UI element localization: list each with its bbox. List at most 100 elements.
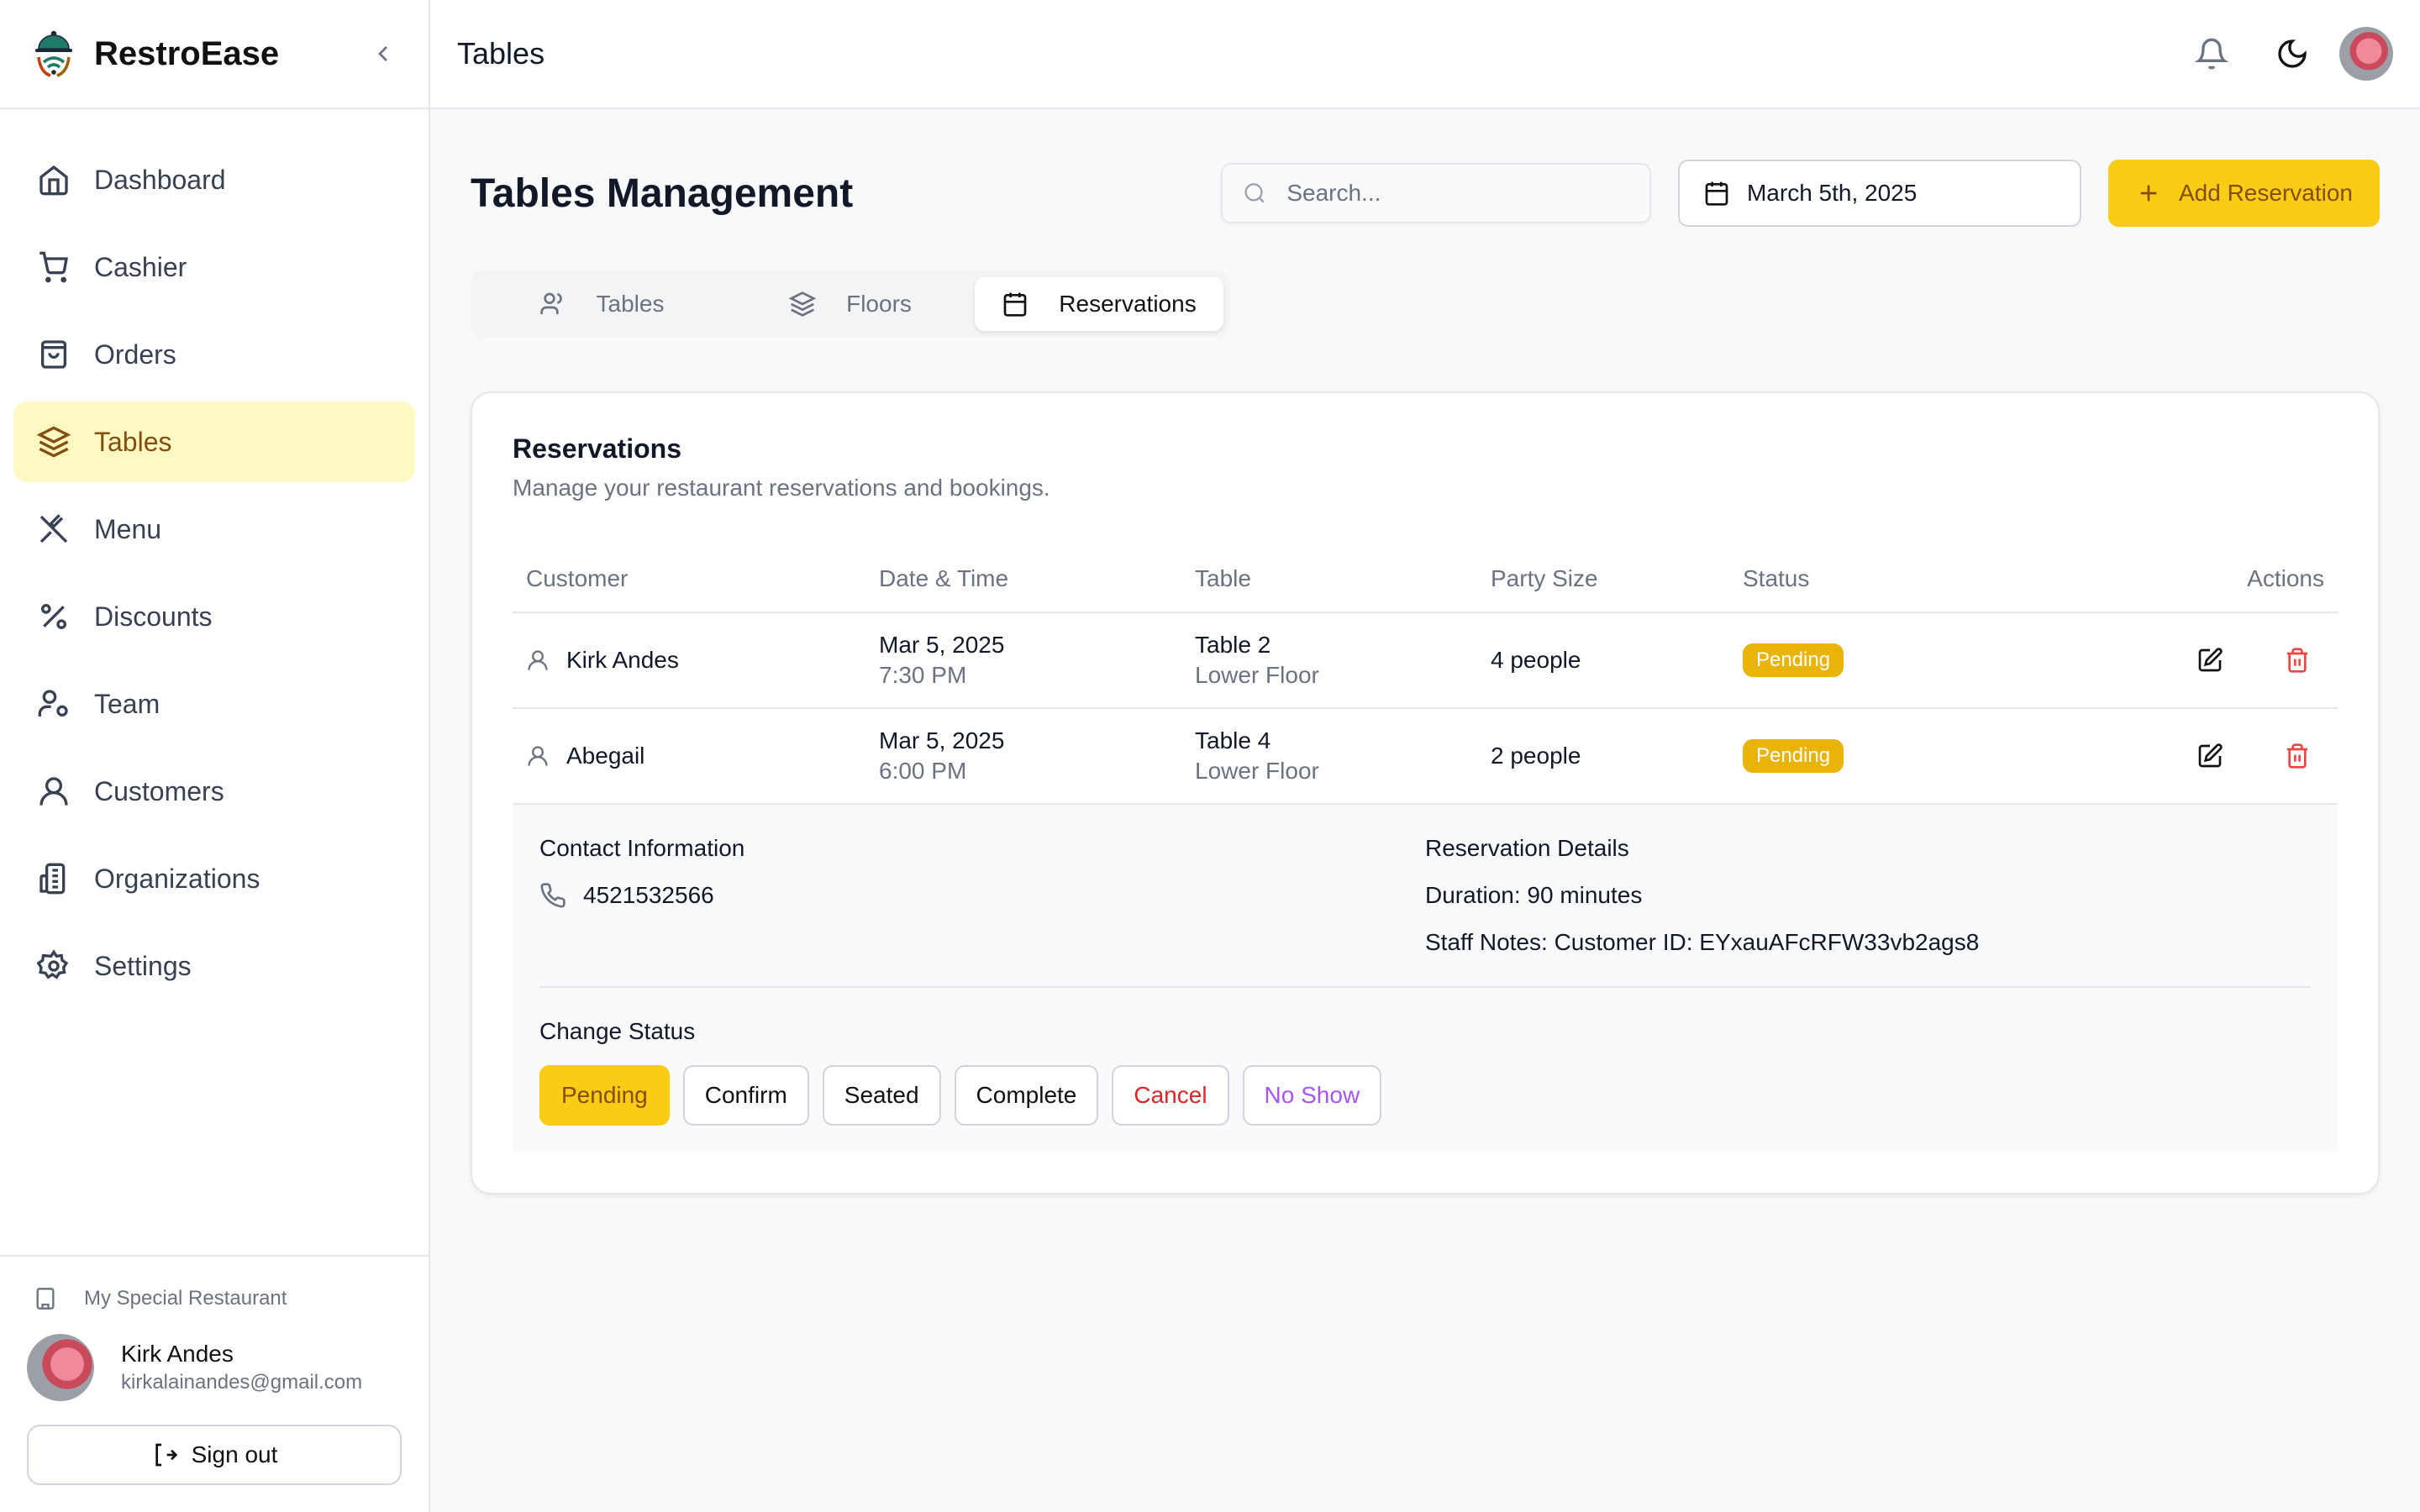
add-reservation-button[interactable]: Add Reservation [2107, 160, 2380, 227]
sign-out-button[interactable]: Sign out [27, 1425, 402, 1485]
status-confirm-button[interactable]: Confirm [682, 1065, 809, 1126]
duration: Duration: 90 minutes [1425, 882, 1643, 908]
customer-name: Abegail [566, 743, 645, 769]
brand: RestroEase [0, 0, 429, 109]
layers-icon [789, 291, 817, 317]
user-profile[interactable]: Kirk Andes kirkalainandes@gmail.com [27, 1334, 402, 1401]
sidebar-item-organizations[interactable]: Organizations [13, 838, 415, 919]
moon-icon [2278, 39, 2307, 68]
reservation-time: 6:00 PM [879, 758, 967, 784]
trash-icon [2287, 648, 2307, 673]
add-reservation-label: Add Reservation [2178, 180, 2353, 206]
sidebar-item-cashier[interactable]: Cashier [13, 227, 415, 307]
contact-information: Contact Information 4521532566 [539, 835, 1425, 976]
sidebar-item-menu[interactable]: Menu [13, 489, 415, 570]
tab-label: Reservations [1059, 291, 1197, 317]
reservations-table: Customer Date & Time Table Party Size St… [513, 545, 2338, 805]
percent-icon [41, 604, 66, 629]
status-badge: Pending [1743, 739, 1844, 773]
user-icon [39, 777, 68, 806]
floor-name: Lower Floor [1195, 758, 1319, 784]
reservation-time: 7:30 PM [879, 662, 967, 688]
user-name: Kirk Andes [121, 1341, 234, 1367]
date-picker[interactable]: March 5th, 2025 [1677, 160, 2081, 227]
reservation-date: Mar 5, 2025 [879, 632, 1005, 658]
reservation-details-panel: Contact Information 4521532566 Reservati… [513, 805, 2338, 1152]
edit-icon [2198, 743, 2223, 768]
building-icon [39, 863, 66, 895]
sign-out-label: Sign out [191, 1441, 278, 1467]
search-input[interactable] [1286, 180, 1629, 207]
status-badge: Pending [1743, 643, 1844, 677]
sidebar-item-customers[interactable]: Customers [13, 751, 415, 832]
status-seated-button[interactable]: Seated [822, 1065, 941, 1126]
search-box [1220, 163, 1651, 223]
status-no-show-button[interactable]: No Show [1242, 1065, 1382, 1126]
sidebar-item-discounts[interactable]: Discounts [13, 576, 415, 657]
status-cancel-button[interactable]: Cancel [1112, 1065, 1229, 1126]
change-status-label: Change Status [539, 1018, 696, 1044]
gear-icon [37, 949, 69, 979]
page-title: Tables Management [471, 171, 854, 216]
sidebar-item-team[interactable]: Team [13, 664, 415, 744]
status-complete-button[interactable]: Complete [954, 1065, 1099, 1126]
sidebar: RestroEase Dashboard Cashier Orders Tabl… [0, 0, 430, 1512]
layers-icon [37, 426, 71, 458]
sidebar-item-label: Cashier [94, 251, 187, 282]
sidebar-item-dashboard[interactable]: Dashboard [13, 139, 415, 220]
floor-name: Lower Floor [1195, 662, 1319, 688]
tab-reservations[interactable]: Reservations [975, 277, 1223, 331]
utensils-crossed-icon [39, 514, 68, 543]
user-icon [528, 746, 548, 766]
sidebar-item-label: Settings [94, 950, 192, 981]
topbar-title: Tables [457, 36, 545, 71]
reservations-card: Reservations Manage your restaurant rese… [471, 391, 2380, 1194]
tabs: Tables Floors Reservations [471, 270, 1230, 338]
user-avatar-button[interactable] [2339, 27, 2393, 81]
edit-button[interactable] [2183, 633, 2237, 687]
table-header-row: Customer Date & Time Table Party Size St… [513, 545, 2338, 613]
sidebar-item-label: Tables [94, 426, 172, 457]
trash-icon [2287, 743, 2307, 769]
sidebar-item-label: Team [94, 688, 160, 719]
tab-label: Floors [846, 291, 912, 317]
table-row[interactable]: Kirk Andes Mar 5, 2025 7:30 PM Table 2 Low… [513, 612, 2338, 709]
building-icon [36, 1288, 55, 1310]
table-name: Table 4 [1195, 727, 1271, 753]
sidebar-item-label: Menu [94, 513, 162, 544]
logo-icon [35, 30, 72, 77]
notifications-button[interactable] [2178, 20, 2245, 87]
delete-button[interactable] [2270, 729, 2324, 783]
tab-tables[interactable]: Tables [477, 277, 726, 331]
tab-floors[interactable]: Floors [726, 277, 975, 331]
phone-icon [540, 883, 566, 908]
chevron-left-icon [378, 46, 387, 61]
sidebar-item-label: Organizations [94, 863, 260, 894]
delete-button[interactable] [2270, 633, 2324, 687]
table-row[interactable]: Abegail Mar 5, 2025 6:00 PM Table 4 Lower … [513, 708, 2338, 805]
users-icon [539, 292, 562, 314]
edit-button[interactable] [2183, 729, 2237, 783]
app: RestroEase Dashboard Cashier Orders Tabl… [0, 0, 2420, 1512]
table-name: Table 2 [1195, 632, 1271, 658]
sidebar-nav: Dashboard Cashier Orders Tables Menu Dis… [0, 109, 429, 1255]
sidebar-item-label: Discounts [94, 601, 213, 632]
sidebar-item-label: Customers [94, 775, 224, 806]
theme-toggle-button[interactable] [2259, 20, 2326, 87]
page-header: Tables Management March 5th, 2025 Add Re… [471, 153, 2380, 234]
sidebar-item-label: Dashboard [94, 164, 226, 195]
status-pending-button[interactable]: Pending [539, 1065, 670, 1126]
sidebar-item-orders[interactable]: Orders [13, 314, 415, 395]
column-header-customer: Customer [513, 545, 865, 613]
user-email: kirkalainandes@gmail.com [121, 1371, 363, 1394]
column-header-party-size: Party Size [1477, 545, 1729, 613]
sidebar-item-settings[interactable]: Settings [13, 926, 415, 1006]
column-header-date-time: Date & Time [865, 545, 1181, 613]
reservation-date: Mar 5, 2025 [879, 727, 1005, 753]
party-size: 4 people [1477, 612, 1729, 709]
collapse-sidebar-button[interactable] [365, 35, 402, 72]
shopping-bag-icon [41, 340, 66, 369]
sidebar-item-tables[interactable]: Tables [13, 402, 415, 482]
calendar-icon [1003, 292, 1027, 317]
restaurant-name: My Special Restaurant [27, 1287, 402, 1310]
